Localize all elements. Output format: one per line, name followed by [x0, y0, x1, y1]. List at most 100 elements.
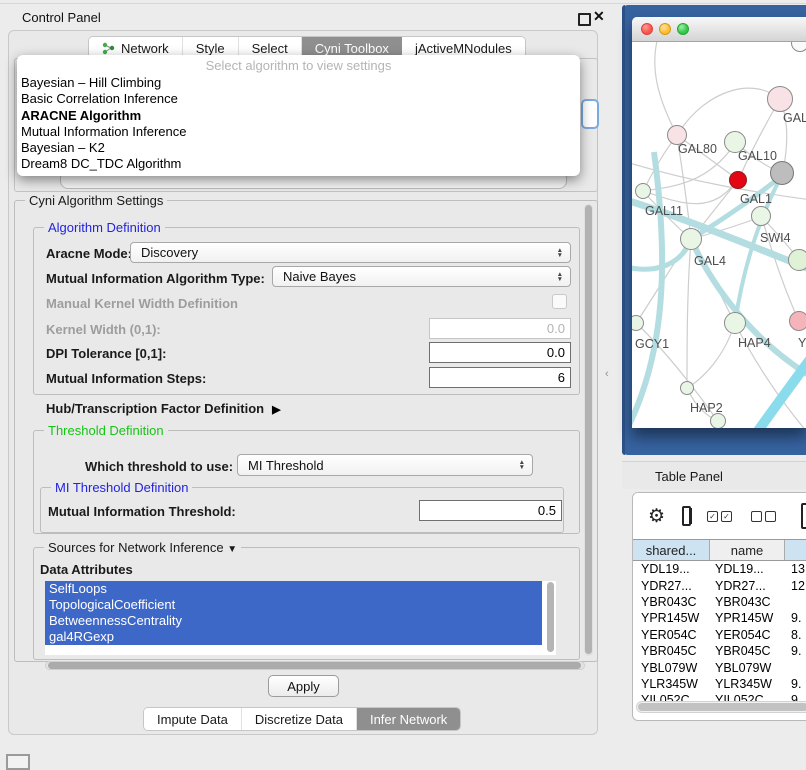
- close-icon[interactable]: ✕: [593, 8, 605, 25]
- table-horizontal-scrollbar[interactable]: [636, 701, 806, 713]
- dpi-tolerance-label: DPI Tolerance [0,1]:: [46, 346, 166, 361]
- bottom-tabbar: Impute Data Discretize Data Infer Networ…: [143, 707, 461, 731]
- table-row[interactable]: YPR145WYPR145W9.: [633, 610, 806, 626]
- node-label: GAL10: [738, 149, 777, 163]
- aracne-mode-combo[interactable]: Discovery ▲▼: [130, 242, 571, 263]
- algorithm-placeholder: Select algorithm to view settings: [17, 58, 580, 75]
- mi-threshold-field[interactable]: 0.5: [419, 500, 562, 521]
- tab-select-label: Select: [252, 41, 288, 56]
- threshold-definition-title: Threshold Definition: [44, 423, 168, 438]
- node-label: GAL11: [645, 204, 683, 218]
- cell: YER054C: [710, 628, 785, 642]
- tab-infer-network[interactable]: Infer Network: [357, 708, 460, 730]
- columns-icon[interactable]: [682, 506, 691, 526]
- network-node-selected[interactable]: [729, 171, 747, 189]
- tab-network-label: Network: [121, 41, 169, 56]
- minimized-panel-icon[interactable]: [6, 754, 30, 770]
- minimize-traffic-light-icon[interactable]: [659, 23, 671, 35]
- column-header-name[interactable]: name: [710, 540, 785, 560]
- node-label: GAL80: [678, 142, 717, 156]
- cell: YBR043C: [710, 595, 785, 609]
- table-row[interactable]: YBR043CYBR043C: [633, 594, 806, 610]
- mi-type-value: Naive Bayes: [283, 269, 356, 284]
- attribute-item-selected[interactable]: gal4RGexp: [45, 629, 542, 645]
- table-row[interactable]: YER054CYER054C8.: [633, 627, 806, 643]
- network-node[interactable]: [789, 311, 806, 331]
- network-node[interactable]: [680, 228, 702, 250]
- sources-group-title[interactable]: Sources for Network Inference ▼: [44, 540, 241, 555]
- settings-horizontal-scrollbar[interactable]: [45, 661, 585, 670]
- column-header-shared[interactable]: shared...: [633, 540, 710, 560]
- which-threshold-combo[interactable]: MI Threshold ▲▼: [237, 454, 533, 476]
- close-traffic-light-icon[interactable]: [641, 23, 653, 35]
- table-row[interactable]: YBL079WYBL079W: [633, 659, 806, 675]
- cell: YER054C: [633, 628, 710, 642]
- settings-scrollbar-thumb[interactable]: [585, 205, 592, 654]
- algorithm-option-selected[interactable]: ARACNE Algorithm: [17, 108, 580, 124]
- node-label: SWI4: [760, 231, 791, 245]
- algorithm-option[interactable]: Mutual Information Inference: [17, 124, 580, 140]
- cell: YLR345W: [710, 677, 785, 691]
- algorithm-option[interactable]: Bayesian – K2: [17, 140, 580, 156]
- table-row[interactable]: YDR27...YDR27...12: [633, 577, 806, 593]
- table-row[interactable]: YBR045CYBR045C9.: [633, 643, 806, 659]
- tab-discretize-data[interactable]: Discretize Data: [242, 708, 357, 730]
- chevron-updown-icon: ▲▼: [519, 460, 525, 470]
- focused-combo-stepper[interactable]: [581, 99, 599, 129]
- mi-steps-field[interactable]: 6: [429, 367, 571, 388]
- zoom-traffic-light-icon[interactable]: [677, 23, 689, 35]
- attribute-item-selected[interactable]: SelfLoops: [45, 581, 542, 597]
- gear-icon[interactable]: ⚙: [648, 505, 665, 528]
- table-row[interactable]: YIL052CYIL052C9: [633, 692, 806, 701]
- network-node[interactable]: [770, 161, 794, 185]
- checked-box-icon: ✓: [721, 511, 732, 522]
- settings-vertical-scrollbar[interactable]: [584, 204, 593, 656]
- float-window-icon[interactable]: [578, 13, 591, 26]
- cell: YBL079W: [710, 661, 785, 675]
- cell: 9.: [785, 677, 806, 691]
- dpi-tolerance-field[interactable]: 0.0: [429, 342, 571, 363]
- hub-definition-expander[interactable]: Hub/Transcription Factor Definition▶: [46, 401, 281, 416]
- cell: YLR345W: [633, 677, 710, 691]
- node-label: Y: [798, 336, 806, 350]
- manual-kernel-checkbox[interactable]: [552, 294, 567, 309]
- network-node[interactable]: [635, 183, 651, 199]
- mi-type-combo[interactable]: Naive Bayes ▲▼: [272, 266, 571, 287]
- kernel-width-field[interactable]: 0.0: [429, 318, 571, 339]
- list-scrollbar-thumb[interactable]: [547, 582, 554, 652]
- aracne-mode-value: Discovery: [141, 245, 198, 260]
- export-table-icon[interactable]: [801, 503, 806, 529]
- tab-impute-data[interactable]: Impute Data: [144, 708, 242, 730]
- table-row[interactable]: YLR345WYLR345W9.: [633, 676, 806, 692]
- table-row[interactable]: YDL19...YDL19...13: [633, 561, 806, 577]
- algorithm-option[interactable]: Bayesian – Hill Climbing: [17, 75, 580, 91]
- network-node[interactable]: [788, 249, 806, 271]
- sources-title-label: Sources for Network Inference: [48, 540, 224, 555]
- table-scrollbar-thumb[interactable]: [638, 703, 806, 711]
- deselect-all-icon[interactable]: [751, 511, 779, 522]
- attribute-item-selected[interactable]: TopologicalCoefficient: [45, 597, 542, 613]
- select-all-icon[interactable]: ✓✓: [707, 511, 735, 522]
- attribute-item-selected[interactable]: BetweennessCentrality: [45, 613, 542, 629]
- mi-threshold-label: Mutual Information Threshold:: [48, 504, 236, 519]
- network-node[interactable]: [724, 312, 746, 334]
- algorithm-option[interactable]: Basic Correlation Inference: [17, 91, 580, 107]
- network-node[interactable]: [751, 206, 771, 226]
- network-window[interactable]: GAL GAL80 GAL10 GAL1 GAL11 SWI4 GAL4 GCY…: [632, 17, 806, 428]
- apply-button[interactable]: Apply: [268, 675, 339, 697]
- panel-splitter-handle[interactable]: ‹: [605, 368, 609, 380]
- network-node[interactable]: [680, 381, 694, 395]
- mi-threshold-group-title: MI Threshold Definition: [51, 480, 192, 495]
- network-canvas[interactable]: GAL GAL80 GAL10 GAL1 GAL11 SWI4 GAL4 GCY…: [632, 42, 806, 428]
- cell: 9.: [785, 644, 806, 658]
- network-node[interactable]: [710, 413, 726, 428]
- data-attributes-list: SelfLoops TopologicalCoefficient Between…: [45, 581, 556, 655]
- cell: YDR27...: [633, 579, 710, 593]
- algorithm-option[interactable]: Dream8 DC_TDC Algorithm: [17, 156, 580, 172]
- node-label: GCY1: [635, 337, 669, 351]
- network-frame-edge: [622, 5, 625, 455]
- horizontal-scrollbar-thumb[interactable]: [48, 662, 581, 669]
- column-header-partial[interactable]: [785, 540, 806, 560]
- network-window-titlebar[interactable]: [632, 17, 806, 42]
- network-node[interactable]: [767, 86, 793, 112]
